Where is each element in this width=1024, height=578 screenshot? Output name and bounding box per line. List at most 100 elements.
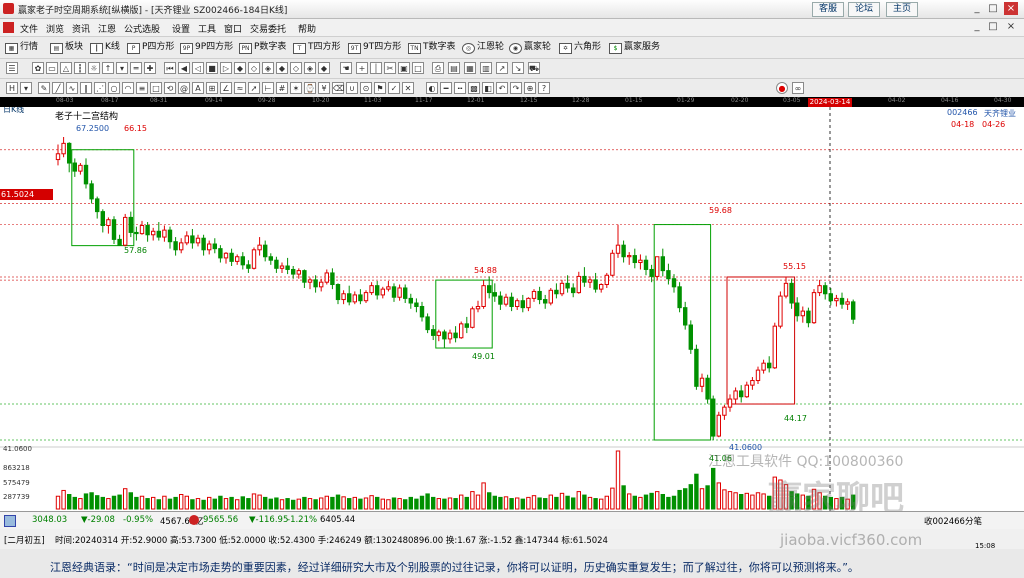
menu-window[interactable]: 窗口 bbox=[224, 22, 242, 35]
dropdown2-icon[interactable]: ▾ bbox=[20, 82, 32, 94]
plus-icon[interactable]: + bbox=[356, 62, 368, 74]
redo-icon[interactable]: ↷ bbox=[510, 82, 522, 94]
style-icon[interactable]: ┅ bbox=[454, 82, 466, 94]
arrow-se-icon[interactable]: ↘ bbox=[512, 62, 524, 74]
ruler-icon[interactable]: ⊢ bbox=[262, 82, 274, 94]
undo-icon[interactable]: ↶ bbox=[496, 82, 508, 94]
zoom-icon[interactable]: ⊕ bbox=[524, 82, 536, 94]
kline-chart-panel[interactable]: 日K线 老子十二宫结构 61.5024 002466 天齐锂业 04-18 04… bbox=[0, 107, 1024, 511]
curve-icon[interactable]: ∿ bbox=[66, 82, 78, 94]
star-icon[interactable]: ✶ bbox=[290, 82, 302, 94]
eraser-icon[interactable]: ⌫ bbox=[332, 82, 344, 94]
tool-9t-square[interactable]: 9T 9T四方形 bbox=[348, 40, 401, 54]
tool-hexagon[interactable]: ✡ 六角形 bbox=[559, 40, 601, 54]
arc-icon[interactable]: ◠ bbox=[122, 82, 134, 94]
time-icon[interactable]: ⌚ bbox=[304, 82, 316, 94]
flower-icon[interactable]: ✿ bbox=[32, 62, 44, 74]
doc2-icon[interactable]: ▣ bbox=[398, 62, 410, 74]
channel-icon[interactable]: ∥ bbox=[80, 82, 92, 94]
flag-icon[interactable]: ⚑ bbox=[374, 82, 386, 94]
sun-icon[interactable]: ☼ bbox=[88, 62, 100, 74]
angle-icon[interactable]: ∠ bbox=[220, 82, 232, 94]
circle-tool-icon[interactable]: ○ bbox=[108, 82, 120, 94]
menu-help[interactable]: 帮助 bbox=[298, 22, 316, 35]
tool-quotes[interactable]: ▦ 行情 bbox=[5, 40, 38, 54]
truck-icon[interactable]: ⛟ bbox=[528, 62, 540, 74]
prev-icon[interactable]: ◀ bbox=[178, 62, 190, 74]
magnet-icon[interactable]: ∪ bbox=[346, 82, 358, 94]
tool-gann-wheel[interactable]: ◎ 江恩轮 bbox=[462, 40, 504, 54]
record-icon[interactable]: ● bbox=[776, 82, 788, 94]
diamond6-icon[interactable]: ◈ bbox=[304, 62, 316, 74]
menu-tools[interactable]: 工具 bbox=[198, 22, 216, 35]
pen-icon[interactable]: ✎ bbox=[38, 82, 50, 94]
doc-minimize-icon[interactable]: _ bbox=[970, 20, 984, 33]
link-home[interactable]: 主页 bbox=[886, 2, 919, 17]
diamond-icon[interactable]: ◆ bbox=[234, 62, 246, 74]
fan-icon[interactable]: ⋰ bbox=[94, 82, 106, 94]
bars-icon[interactable]: ┇ bbox=[74, 62, 86, 74]
tick-detail-link[interactable]: 收002466分笔 bbox=[924, 515, 982, 527]
rect-icon[interactable]: ▭ bbox=[46, 62, 58, 74]
hand-icon[interactable]: ☚ bbox=[340, 62, 352, 74]
minimize-icon[interactable]: _ bbox=[970, 2, 984, 15]
square-icon[interactable]: □ bbox=[412, 62, 424, 74]
diamond7-icon[interactable]: ◆ bbox=[318, 62, 330, 74]
tool-9p-square[interactable]: 9P 9P四方形 bbox=[180, 40, 233, 54]
layer-icon[interactable]: ◧ bbox=[482, 82, 494, 94]
chart-icon[interactable]: ▥ bbox=[480, 62, 492, 74]
link-forum[interactable]: 论坛 bbox=[848, 2, 881, 17]
diamond2-icon[interactable]: ◇ bbox=[248, 62, 260, 74]
hline-icon[interactable]: ═ bbox=[130, 62, 142, 74]
table-icon[interactable]: ▦ bbox=[464, 62, 476, 74]
triangle-icon[interactable]: △ bbox=[60, 62, 72, 74]
play-left-icon[interactable]: ◁ bbox=[192, 62, 204, 74]
vline-icon[interactable]: │ bbox=[370, 62, 382, 74]
box-tool-icon[interactable]: □ bbox=[150, 82, 162, 94]
mark-icon[interactable]: ✓ bbox=[388, 82, 400, 94]
menu-browse[interactable]: 浏览 bbox=[46, 22, 64, 35]
wave-icon[interactable]: ≈ bbox=[234, 82, 246, 94]
menu-file[interactable]: 文件 bbox=[20, 22, 38, 35]
save-icon[interactable]: ▤ bbox=[448, 62, 460, 74]
first-icon[interactable]: ⏮ bbox=[164, 62, 176, 74]
close-icon[interactable]: × bbox=[1004, 2, 1018, 15]
grid-tool-icon[interactable]: # bbox=[276, 82, 288, 94]
tool-service[interactable]: $ 赢家服务 bbox=[609, 40, 660, 54]
diamond5-icon[interactable]: ◇ bbox=[290, 62, 302, 74]
arrow-ne-icon[interactable]: ↗ bbox=[496, 62, 508, 74]
infinity-icon[interactable]: ∞ bbox=[792, 82, 804, 94]
stop-icon[interactable]: ■ bbox=[206, 62, 218, 74]
tool-p-square[interactable]: P P四方形 bbox=[127, 40, 174, 54]
menu-info[interactable]: 资讯 bbox=[72, 22, 90, 35]
lock-icon[interactable]: ⊙ bbox=[360, 82, 372, 94]
color-icon[interactable]: ◐ bbox=[426, 82, 438, 94]
price-icon[interactable]: ¥ bbox=[318, 82, 330, 94]
print-icon[interactable]: ⎙ bbox=[432, 62, 444, 74]
line-tool-icon[interactable]: ╱ bbox=[52, 82, 64, 94]
cycle-icon[interactable]: ⟲ bbox=[164, 82, 176, 94]
menu-trade[interactable]: 交易委托 bbox=[250, 22, 286, 35]
doc-close-icon[interactable]: × bbox=[1004, 20, 1018, 33]
arrow-up-icon[interactable]: ↑ bbox=[102, 62, 114, 74]
tool-kline[interactable]: ┃ K线 bbox=[90, 40, 120, 54]
diamond3-icon[interactable]: ◈ bbox=[262, 62, 274, 74]
menu-list-icon[interactable]: ☰ bbox=[6, 62, 18, 74]
cross-icon[interactable]: ✚ bbox=[144, 62, 156, 74]
square9-icon[interactable]: ⊞ bbox=[206, 82, 218, 94]
fib-icon[interactable]: ≡ bbox=[136, 82, 148, 94]
dropdown-icon[interactable]: ▾ bbox=[116, 62, 128, 74]
tool-winner-wheel[interactable]: ◉ 赢家轮 bbox=[509, 40, 551, 54]
menu-formula[interactable]: 公式选股 bbox=[124, 22, 160, 35]
fill-icon[interactable]: ▩ bbox=[468, 82, 480, 94]
help-tool-icon[interactable]: ? bbox=[538, 82, 550, 94]
link-service[interactable]: 客服 bbox=[812, 2, 845, 17]
menu-gann[interactable]: 江恩 bbox=[98, 22, 116, 35]
width-icon[interactable]: ━ bbox=[440, 82, 452, 94]
cut-icon[interactable]: ✂ bbox=[384, 62, 396, 74]
tool-t-square[interactable]: T T四方形 bbox=[293, 40, 341, 54]
menu-settings[interactable]: 设置 bbox=[172, 22, 190, 35]
delete-icon[interactable]: ✕ bbox=[402, 82, 414, 94]
tool-sectors[interactable]: ▤ 板块 bbox=[50, 40, 83, 54]
period-icon[interactable]: H bbox=[6, 82, 18, 94]
